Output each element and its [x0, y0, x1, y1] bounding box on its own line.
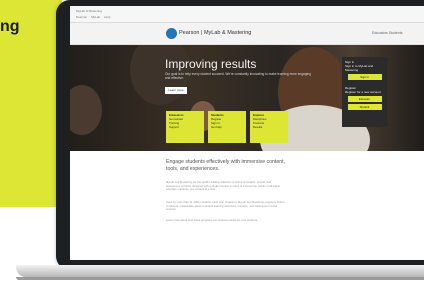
header-links[interactable]: Educators Students	[372, 31, 403, 35]
browser-chrome: MyLab & Mastering Pearson MyLab Help	[70, 6, 424, 23]
browser-tab[interactable]: MyLab & Mastering	[76, 9, 102, 13]
educator-button[interactable]: Educator	[347, 96, 382, 102]
bookmark[interactable]: Pearson	[76, 15, 87, 19]
site-brand[interactable]: Pearson | MyLab & Mastering	[179, 30, 251, 36]
bookmark[interactable]: MyLab	[91, 15, 100, 19]
marketing-image: ng MyLab & Mastering Pearson MyLab Help …	[0, 0, 424, 302]
tile-link[interactable]: Get help	[211, 125, 222, 129]
hero-title: Improving results	[165, 57, 257, 71]
background-person	[70, 85, 102, 135]
browser-tab-row: MyLab & Mastering	[76, 9, 102, 13]
tile-link[interactable]: Results	[253, 125, 262, 129]
bookmark[interactable]: Help	[104, 15, 110, 19]
pearson-logo-icon[interactable]	[166, 28, 177, 39]
bookmarks-bar: Pearson MyLab Help	[76, 15, 110, 19]
student-button[interactable]: Student	[347, 104, 382, 110]
tile-explore[interactable]: Explore Disciplines Products Results	[250, 111, 288, 143]
tile-educators[interactable]: Educators Get started Training Support	[166, 111, 204, 143]
tile-link[interactable]: Support	[169, 125, 179, 129]
content-heading: Engage students effectively with immersi…	[166, 159, 285, 172]
signin-panel: Sign in Sign in to MyLab and Mastering S…	[342, 57, 387, 127]
promo-text: ng	[0, 18, 20, 35]
tile-students[interactable]: Students Register Sign in Get help	[208, 111, 246, 143]
learn-more-button[interactable]: Learn more	[165, 87, 187, 94]
content-paragraph: Learn more about how these programs can …	[166, 219, 258, 222]
register-text: Register for a new account	[345, 90, 381, 94]
hero-subtitle: Our goal is to help every student succee…	[165, 72, 311, 80]
promo-panel: ng	[0, 0, 62, 207]
laptop-base	[16, 265, 424, 277]
main-content: Engage students effectively with immersi…	[70, 151, 424, 260]
content-paragraph: Used by more than 11 million students ea…	[166, 201, 285, 212]
signin-text: Sign in to MyLab and Mastering	[345, 64, 374, 72]
content-paragraph: MyLab and Mastering are the world's lead…	[166, 181, 281, 192]
laptop-base-lip	[16, 277, 424, 280]
sign-in-button[interactable]: Sign in	[347, 74, 382, 80]
site-header: Pearson | MyLab & Mastering Educators St…	[70, 23, 424, 45]
laptop-screen: MyLab & Mastering Pearson MyLab Help Pea…	[70, 6, 424, 260]
